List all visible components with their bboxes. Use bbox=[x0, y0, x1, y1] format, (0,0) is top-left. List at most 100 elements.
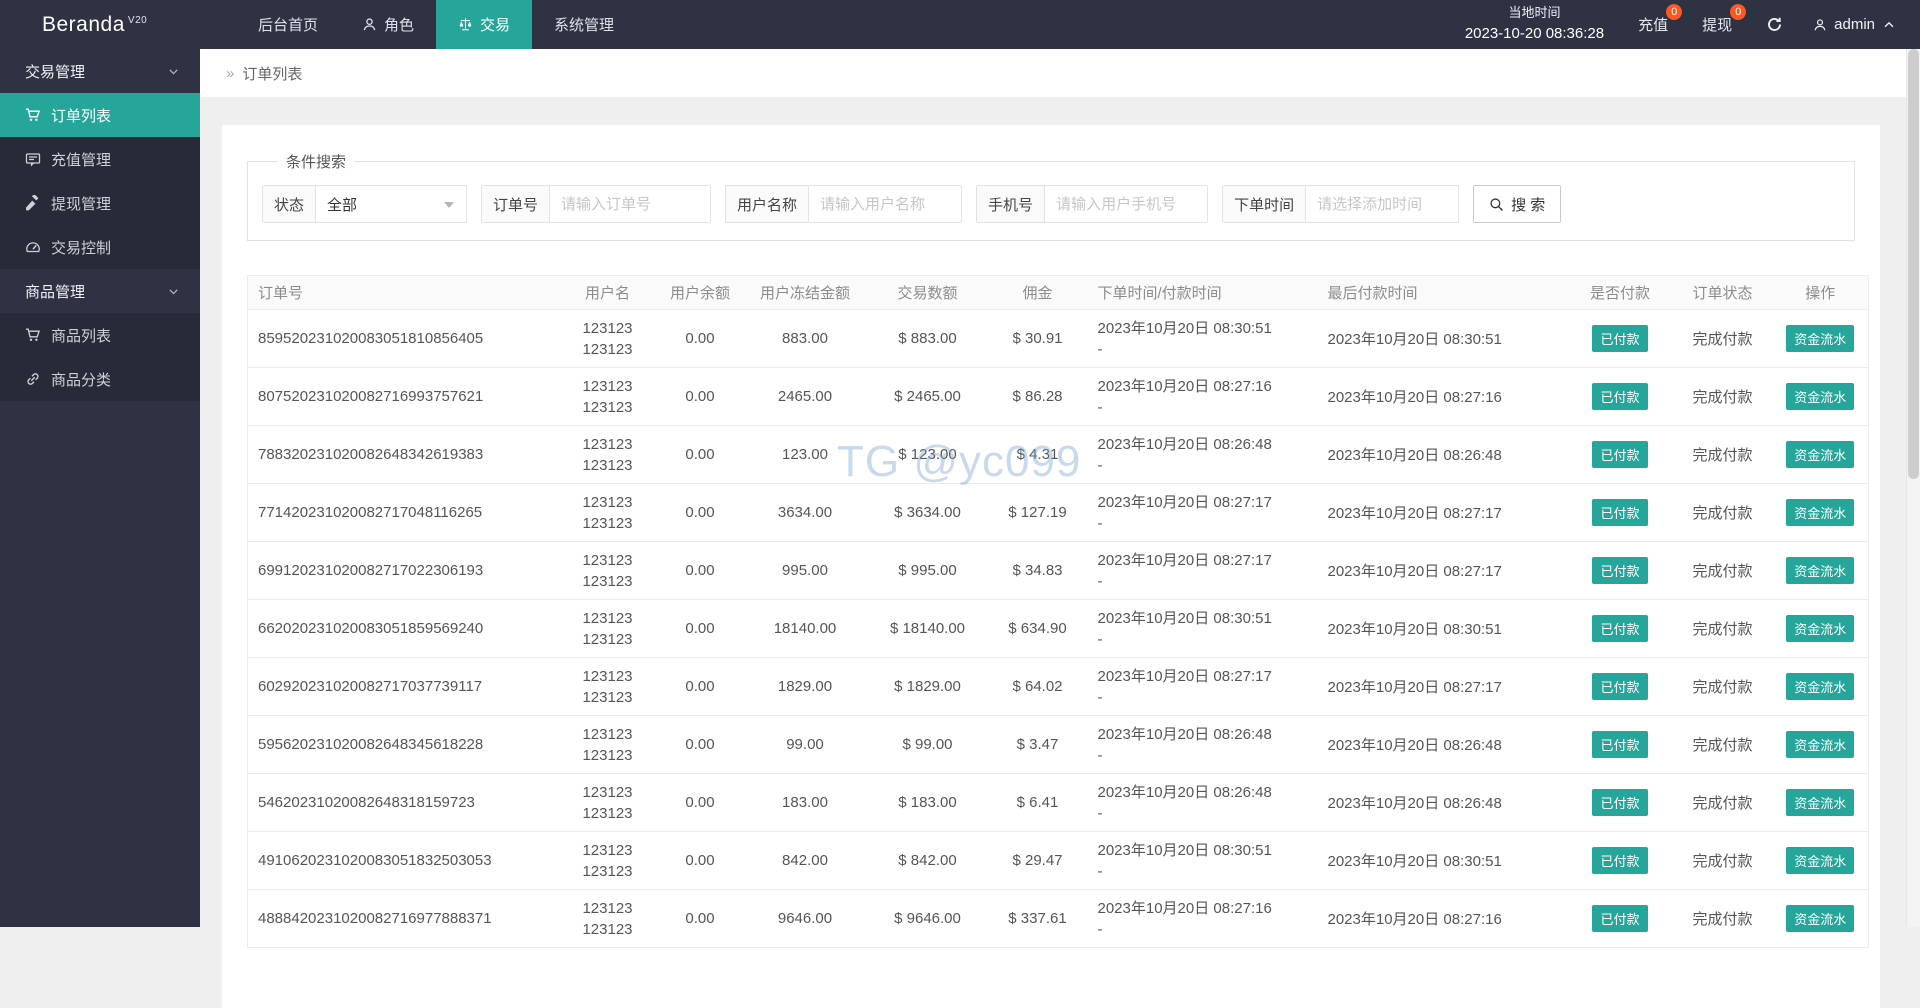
topnav-trade[interactable]: 交易 bbox=[436, 0, 533, 49]
order-no-cell: 4888420231020082716977888371 bbox=[247, 889, 558, 948]
phone-label: 手机号 bbox=[977, 186, 1046, 222]
column-header-0: 订单号 bbox=[247, 275, 558, 310]
topnav-system[interactable]: 系统管理 bbox=[532, 0, 636, 49]
order-no-cell: 595620231020082648345618228 bbox=[247, 715, 558, 774]
paid-status-cell: 已付款 bbox=[1567, 599, 1673, 658]
username-cell: 123123 123123 bbox=[557, 599, 658, 658]
order-time-cell: 2023年10月20日 08:27:17 - bbox=[1087, 483, 1318, 542]
fund-flow-button[interactable]: 资金流水 bbox=[1786, 325, 1855, 352]
chevron-down-icon bbox=[167, 285, 180, 298]
order-time-cell: 2023年10月20日 08:26:48 - bbox=[1087, 773, 1318, 832]
sidebar-toggle-button[interactable] bbox=[200, 0, 236, 49]
username-line1: 123123 bbox=[582, 551, 633, 569]
username-line2: 123123 bbox=[582, 572, 633, 590]
sidebar-item-label: 订单列表 bbox=[51, 107, 112, 125]
search-conditions: 条件搜索 状态 全部 订单号 用户名称 手 bbox=[247, 151, 1855, 241]
paid-status-cell: 已付款 bbox=[1567, 773, 1673, 832]
column-header-6: 下单时间/付款时间 bbox=[1087, 275, 1318, 310]
order-time-value: 2023年10月20日 08:27:17 bbox=[1097, 493, 1272, 511]
search-button-label: 搜 索 bbox=[1511, 196, 1546, 214]
order-status-cell: 完成付款 bbox=[1672, 831, 1773, 890]
sidebar-group-trade-management[interactable]: 交易管理 bbox=[0, 49, 200, 93]
table-row: 771420231020082717048116265 123123 123123 0… bbox=[247, 483, 1869, 542]
refresh-button[interactable] bbox=[1766, 16, 1783, 33]
app-logo-version: V20 bbox=[127, 14, 148, 26]
sidebar-item-trade-control[interactable]: 交易控制 bbox=[0, 225, 200, 269]
main-content: » 订单列表 条件搜索 状态 全部 订单号 用户名称 bbox=[200, 49, 1920, 1008]
fund-flow-button[interactable]: 资金流水 bbox=[1786, 847, 1855, 874]
username-line2: 123123 bbox=[582, 340, 633, 358]
last-pay-time-cell: 2023年10月20日 08:27:17 bbox=[1317, 541, 1568, 600]
admin-menu[interactable]: admin bbox=[1813, 16, 1896, 33]
fund-flow-button[interactable]: 资金流水 bbox=[1786, 905, 1855, 932]
chevron-up-icon bbox=[1884, 21, 1894, 27]
search-button[interactable]: 搜 索 bbox=[1473, 185, 1562, 223]
fund-flow-button[interactable]: 资金流水 bbox=[1786, 673, 1855, 700]
username-input[interactable] bbox=[809, 186, 962, 222]
order-status-cell: 完成付款 bbox=[1672, 541, 1773, 600]
sidebar-item-withdraw-management[interactable]: 提现管理 bbox=[0, 181, 200, 225]
commission-cell: $ 64.02 bbox=[987, 657, 1088, 716]
search-icon bbox=[1490, 197, 1504, 211]
paid-status-cell: 已付款 bbox=[1567, 715, 1673, 774]
column-header-8: 是否付款 bbox=[1567, 275, 1673, 310]
fund-flow-button[interactable]: 资金流水 bbox=[1786, 441, 1855, 468]
column-header-4: 交易数额 bbox=[867, 275, 988, 310]
user-icon bbox=[363, 18, 376, 31]
pay-time-value: - bbox=[1097, 630, 1103, 648]
sidebar-item-product-category[interactable]: 商品分类 bbox=[0, 357, 200, 401]
username-line1: 123123 bbox=[582, 319, 633, 337]
user-icon bbox=[1814, 18, 1826, 30]
action-cell: 资金流水 bbox=[1772, 367, 1869, 426]
paid-status-cell: 已付款 bbox=[1567, 831, 1673, 890]
order-no-input[interactable] bbox=[550, 186, 711, 222]
link-icon bbox=[27, 373, 39, 385]
order-time-value: 2023年10月20日 08:27:17 bbox=[1097, 667, 1272, 685]
gauge-icon bbox=[26, 242, 40, 253]
table-row: 662020231020083051859569240 123123 123123 0… bbox=[247, 599, 1869, 658]
recharge-link[interactable]: 充值 0 bbox=[1638, 4, 1683, 35]
user-balance-cell: 0.00 bbox=[657, 483, 743, 542]
status-group: 状态 全部 bbox=[262, 185, 468, 223]
topnav-roles[interactable]: 角色 bbox=[340, 0, 436, 49]
topnav-home[interactable]: 后台首页 bbox=[236, 0, 340, 49]
username-line1: 123123 bbox=[582, 725, 633, 743]
action-cell: 资金流水 bbox=[1772, 541, 1869, 600]
fund-flow-button[interactable]: 资金流水 bbox=[1786, 499, 1855, 526]
username-line1: 123123 bbox=[582, 841, 633, 859]
fund-flow-button[interactable]: 资金流水 bbox=[1786, 789, 1855, 816]
scrollbar-thumb[interactable] bbox=[1908, 49, 1919, 479]
topbar-right: 当地时间 2023-10-20 08:36:28 充值 0 提现 0 admin bbox=[1465, 0, 1920, 49]
order-time-cell: 2023年10月20日 08:30:51 - bbox=[1087, 831, 1318, 890]
trade-amount-cell: $ 18140.00 bbox=[867, 599, 988, 658]
order-time-cell: 2023年10月20日 08:26:48 - bbox=[1087, 425, 1318, 484]
sidebar-group-label: 交易管理 bbox=[25, 63, 86, 81]
pay-time-value: - bbox=[1097, 572, 1103, 590]
frozen-amount-cell: 183.00 bbox=[742, 773, 868, 832]
sidebar-item-label: 提现管理 bbox=[51, 195, 112, 213]
fund-flow-button[interactable]: 资金流水 bbox=[1786, 731, 1855, 758]
status-select[interactable]: 全部 bbox=[316, 186, 466, 222]
sidebar-item-product-list[interactable]: 商品列表 bbox=[0, 313, 200, 357]
fund-flow-button[interactable]: 资金流水 bbox=[1786, 615, 1855, 642]
username-label: 用户名称 bbox=[726, 186, 810, 222]
action-cell: 资金流水 bbox=[1772, 889, 1869, 948]
order-status-cell: 完成付款 bbox=[1672, 889, 1773, 948]
column-header-7: 最后付款时间 bbox=[1317, 275, 1568, 310]
fund-flow-button[interactable]: 资金流水 bbox=[1786, 383, 1855, 410]
order-time-value: 2023年10月20日 08:30:51 bbox=[1097, 841, 1272, 859]
sidebar-group-product-management[interactable]: 商品管理 bbox=[0, 269, 200, 313]
commission-cell: $ 4.31 bbox=[987, 425, 1088, 484]
status-selected-value: 全部 bbox=[327, 196, 358, 214]
order-time-input[interactable] bbox=[1306, 186, 1459, 222]
user-balance-cell: 0.00 bbox=[657, 309, 743, 368]
column-header-9: 订单状态 bbox=[1672, 275, 1773, 310]
phone-input[interactable] bbox=[1045, 186, 1208, 222]
sidebar-item-order-list[interactable]: 订单列表 bbox=[0, 93, 200, 137]
username-cell: 123123 123123 bbox=[557, 773, 658, 832]
withdraw-link[interactable]: 提现 0 bbox=[1702, 4, 1747, 35]
sidebar-item-recharge-management[interactable]: 充值管理 bbox=[0, 137, 200, 181]
order-status-cell: 完成付款 bbox=[1672, 425, 1773, 484]
order-no-cell: 771420231020082717048116265 bbox=[247, 483, 558, 542]
fund-flow-button[interactable]: 资金流水 bbox=[1786, 557, 1855, 584]
